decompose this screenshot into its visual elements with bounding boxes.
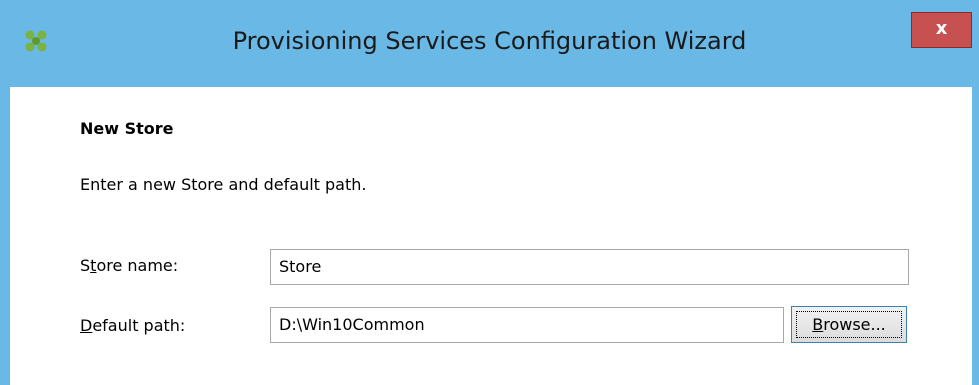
default-path-input[interactable]: D:\Win10Common <box>270 307 784 343</box>
wizard-content: New Store Enter a new Store and default … <box>10 87 972 385</box>
page-description: Enter a new Store and default path. <box>80 175 367 194</box>
close-button[interactable]: x <box>911 12 972 48</box>
browse-focus-rect: Browse... <box>796 311 902 338</box>
store-name-input[interactable]: Store <box>270 249 909 285</box>
page-heading: New Store <box>80 119 174 138</box>
store-name-label: Store name: <box>80 256 179 275</box>
default-path-label: Default path: <box>80 316 186 335</box>
window-title: Provisioning Services Configuration Wiza… <box>232 27 747 55</box>
title-bar[interactable]: Provisioning Services Configuration Wiza… <box>0 0 979 87</box>
browse-button[interactable]: Browse... <box>791 306 907 343</box>
wizard-window: Provisioning Services Configuration Wiza… <box>0 0 979 385</box>
